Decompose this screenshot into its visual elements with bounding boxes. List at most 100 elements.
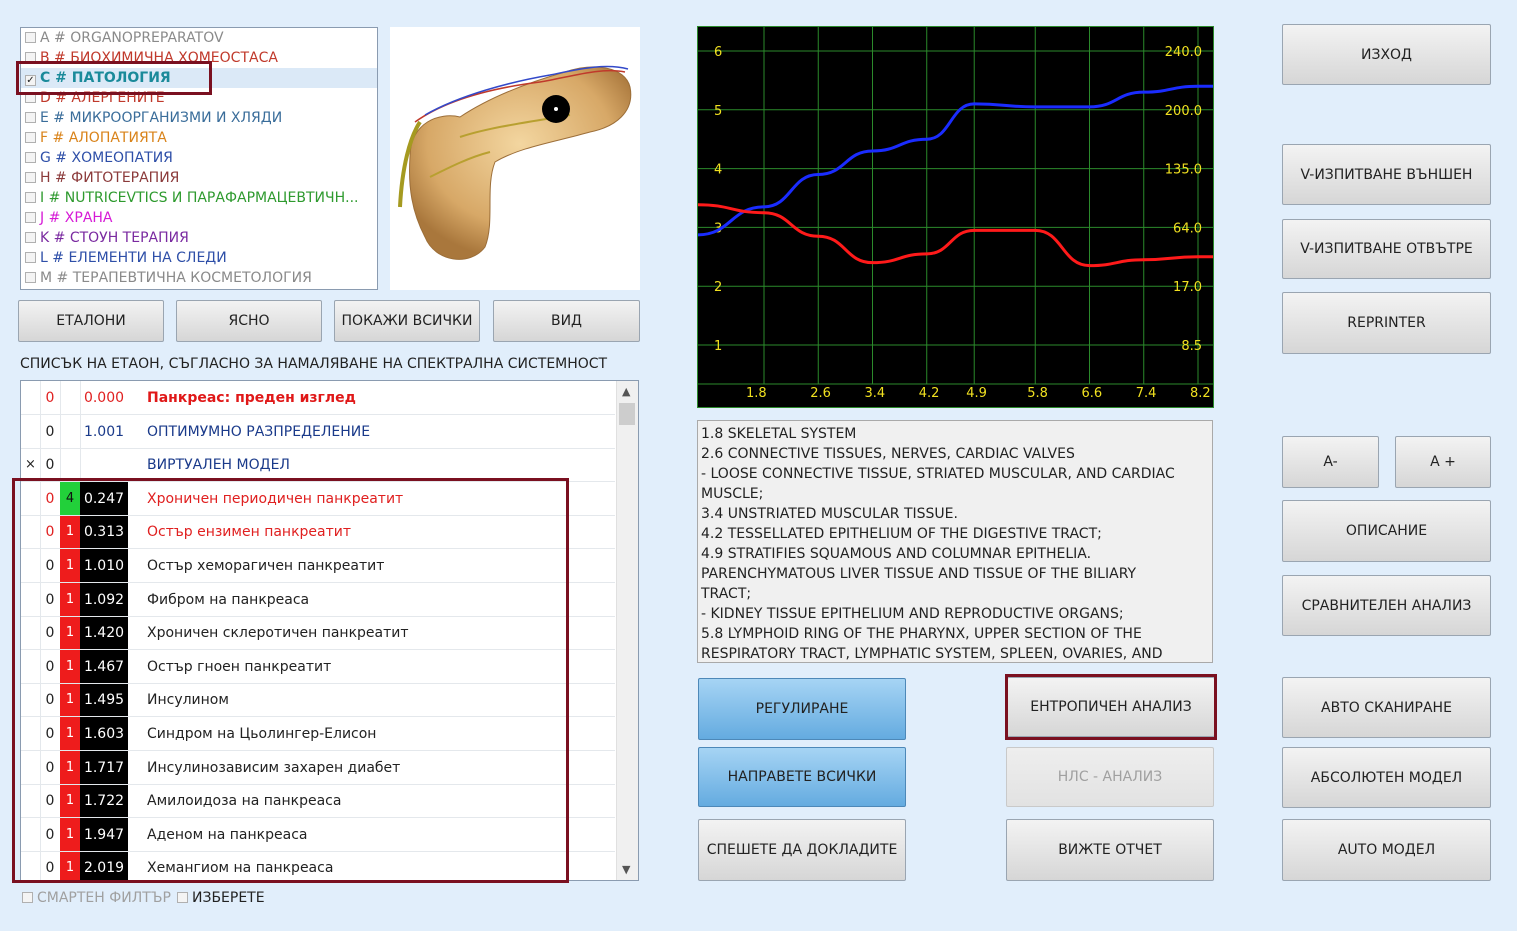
row-marker	[21, 481, 41, 515]
v-test-external-button[interactable]: V-ИЗПИТВАНЕ ВЪНШЕН	[1282, 144, 1491, 205]
category-item[interactable]: A # ORGANOPREPARATOV	[21, 28, 377, 48]
description-line: 4.2 TESSELLATED EPITHELIUM OF THE DIGEST…	[701, 526, 1102, 542]
exit-button[interactable]: ИЗХОД	[1282, 24, 1491, 85]
category-list[interactable]: A # ORGANOPREPARATOV B # БИОХИМИЧНА ХОМЕО…	[20, 27, 378, 290]
y-tick-left: 4	[714, 163, 722, 178]
checkbox-icon	[177, 892, 188, 903]
table-row[interactable]: 0 0.000 Панкреас: преден изглед	[21, 381, 615, 415]
scroll-up-icon[interactable]: ▲	[622, 385, 630, 398]
y-tick-right: 200.0	[1165, 104, 1202, 119]
category-item[interactable]: E # МИКРООРГАНИЗМИ И ХЛЯДИ	[21, 108, 377, 128]
pancreas-image	[390, 27, 640, 290]
select-checkbox[interactable]: ИЗБЕРЕТЕ	[177, 890, 265, 906]
hurry-report-button[interactable]: СПЕШЕТЕ ДА ДОКЛАДИТЕ	[698, 819, 906, 881]
description-button[interactable]: ОПИСАНИЕ	[1282, 500, 1491, 562]
category-item[interactable]: H # ФИТОТЕРАПИЯ	[21, 168, 377, 188]
table-row[interactable]: 0 1 2.019 Хемангиом на панкреаса	[21, 851, 615, 880]
category-label: C # ПАТОЛОГИЯ	[40, 70, 171, 86]
view-button[interactable]: ВИД	[493, 300, 640, 342]
show-all-button[interactable]: ПОКАЖИ ВСИЧКИ	[334, 300, 480, 342]
row-count: 0	[40, 515, 61, 549]
x-tick-label: 6.6	[1082, 386, 1103, 401]
comparative-analysis-button[interactable]: СРАВНИТЕЛЕН АНАЛИЗ	[1282, 575, 1491, 636]
reprinter-button[interactable]: REPRINTER	[1282, 292, 1491, 354]
category-item[interactable]: D # АЛЕРГЕНИТЕ	[21, 88, 377, 108]
table-row[interactable]: × 0 ВИРТУАЛЕН МОДЕЛ	[21, 448, 615, 483]
description-textbox[interactable]: 1.8 SKELETAL SYSTEM 2.6 CONNECTIVE TISSUE…	[697, 420, 1213, 663]
series-point-1	[1033, 228, 1037, 232]
row-level: 1	[60, 582, 81, 616]
checkbox-icon[interactable]	[25, 272, 36, 283]
checkbox-icon[interactable]	[25, 212, 36, 223]
checkbox-icon[interactable]	[25, 192, 36, 203]
series-point-0	[816, 172, 820, 176]
category-item[interactable]: F # АЛОПАТИЯТА	[21, 128, 377, 148]
regulate-button[interactable]: РЕГУЛИРАНЕ	[698, 678, 906, 740]
clear-button[interactable]: ЯСНО	[176, 300, 322, 342]
checkbox-icon[interactable]	[25, 112, 36, 123]
table-row[interactable]: 0 1 1.717 Инсулинозависим захарен диабет	[21, 750, 615, 785]
category-item[interactable]: ✓ C # ПАТОЛОГИЯ	[21, 68, 377, 88]
nls-analysis-button[interactable]: НЛС - АНАЛИЗ	[1006, 747, 1214, 807]
checkbox-icon[interactable]	[25, 132, 36, 143]
checkbox-icon[interactable]	[25, 232, 36, 243]
font-increase-button[interactable]: A +	[1395, 436, 1491, 488]
scroll-thumb[interactable]	[619, 403, 635, 425]
scroll-down-icon[interactable]: ▼	[622, 863, 630, 876]
checkbox-icon[interactable]	[25, 172, 36, 183]
smart-filter-checkbox[interactable]: СМАРТЕН ФИЛТЪР	[22, 890, 171, 906]
category-label: E # МИКРООРГАНИЗМИ И ХЛЯДИ	[40, 110, 282, 126]
row-marker	[21, 582, 41, 616]
category-label: M # ТЕРАПЕВТИЧНА КОСМЕТОЛОГИЯ	[40, 270, 312, 286]
checkbox-icon[interactable]	[25, 32, 36, 43]
description-line: PARENCHYMATOUS LIVER TISSUE AND TISSUE O…	[701, 566, 1137, 582]
category-item[interactable]: I # NUTRICEVTICS И ПАРАФАРМАЦЕВТИЧН...	[21, 188, 377, 208]
entropy-analysis-button[interactable]: ЕНТРОПИЧЕН АНАЛИЗ	[1007, 677, 1215, 737]
table-row[interactable]: 0 1 1.603 Синдром на Цьолингер-Елисон	[21, 717, 615, 751]
category-item[interactable]: J # ХРАНА	[21, 208, 377, 228]
row-marker	[21, 649, 41, 683]
checkbox-icon[interactable]	[25, 52, 36, 63]
auto-scan-button[interactable]: АВТО СКАНИРАНЕ	[1282, 677, 1491, 738]
checkbox-icon[interactable]	[25, 152, 36, 163]
checked-checkbox-icon[interactable]: ✓	[25, 75, 36, 86]
category-name: ХРАНА	[64, 210, 113, 226]
table-row[interactable]: 0 4 0.247 Хроничен периодичен панкреатит	[21, 481, 615, 516]
row-level: 1	[60, 649, 81, 683]
row-count: 0	[40, 717, 61, 750]
category-name: ТЕРАПЕВТИЧНА КОСМЕТОЛОГИЯ	[72, 270, 312, 286]
table-row[interactable]: 0 1 1.495 Инсулином	[21, 683, 615, 718]
table-row[interactable]: 0 1 1.467 Остър гноен панкреатит	[21, 649, 615, 684]
category-item[interactable]: L # ЕЛЕМЕНТИ НА СЛЕДИ	[21, 248, 377, 268]
font-decrease-button[interactable]: A-	[1282, 436, 1379, 488]
v-test-internal-button[interactable]: V-ИЗПИТВАНЕ ОТВЪТРЕ	[1282, 219, 1491, 279]
category-name: АЛЕРГЕНИТЕ	[71, 90, 165, 106]
table-row[interactable]: 0 1 1.947 Аденом на панкреаса	[21, 817, 615, 852]
category-item[interactable]: B # БИОХИМИЧНА ХОМЕОСТАСА	[21, 48, 377, 68]
view-report-button[interactable]: ВИЖТЕ ОТЧЕТ	[1006, 819, 1214, 881]
checkbox-icon[interactable]	[25, 252, 36, 263]
smart-filter-label: СМАРТЕН ФИЛТЪР	[37, 890, 171, 906]
table-scrollbar[interactable]: ▲ ▼	[616, 381, 638, 880]
row-value	[80, 448, 128, 481]
x-tick-label: 8.2	[1190, 386, 1211, 401]
checkbox-icon[interactable]	[25, 92, 36, 103]
row-name: Аденом на панкреаса	[147, 826, 308, 843]
category-item[interactable]: G # ХОМЕОПАТИЯ	[21, 148, 377, 168]
do-all-button[interactable]: НАПРАВЕТЕ ВСИЧКИ	[698, 747, 906, 807]
auto-model-button[interactable]: AUTO МОДЕЛ	[1282, 819, 1491, 881]
table-row[interactable]: 0 1 1.722 Амилоидоза на панкреаса	[21, 784, 615, 819]
y-tick-left: 2	[714, 280, 722, 295]
etaloni-button[interactable]: ЕТАЛОНИ	[18, 300, 164, 342]
table-row[interactable]: 0 1 0.313 Остър ензимен панкреатит	[21, 515, 615, 550]
table-row[interactable]: 0 1 1.092 Фибром на панкреаса	[21, 582, 615, 617]
category-separator: #	[50, 170, 72, 186]
table-row[interactable]: 0 1 1.010 Остър хеморагичен панкреатит	[21, 549, 615, 583]
absolute-model-button[interactable]: АБСОЛЮТЕН МОДЕЛ	[1282, 747, 1491, 808]
table-row[interactable]: 0 1 1.420 Хроничен склеротичен панкреатит	[21, 616, 615, 651]
category-item[interactable]: M # ТЕРАПЕВТИЧНА КОСМЕТОЛОГИЯ	[21, 268, 377, 288]
category-item[interactable]: K # СТОУН ТЕРАПИЯ	[21, 228, 377, 248]
etalon-table[interactable]: 0 1 2.019 Хемангиом на панкреаса 0 1 1.947 Аден…	[20, 380, 639, 881]
row-level: 1	[60, 784, 81, 818]
table-row[interactable]: 0 1.001 ОПТИМУМНО РАЗПРЕДЕЛЕНИЕ	[21, 414, 615, 449]
